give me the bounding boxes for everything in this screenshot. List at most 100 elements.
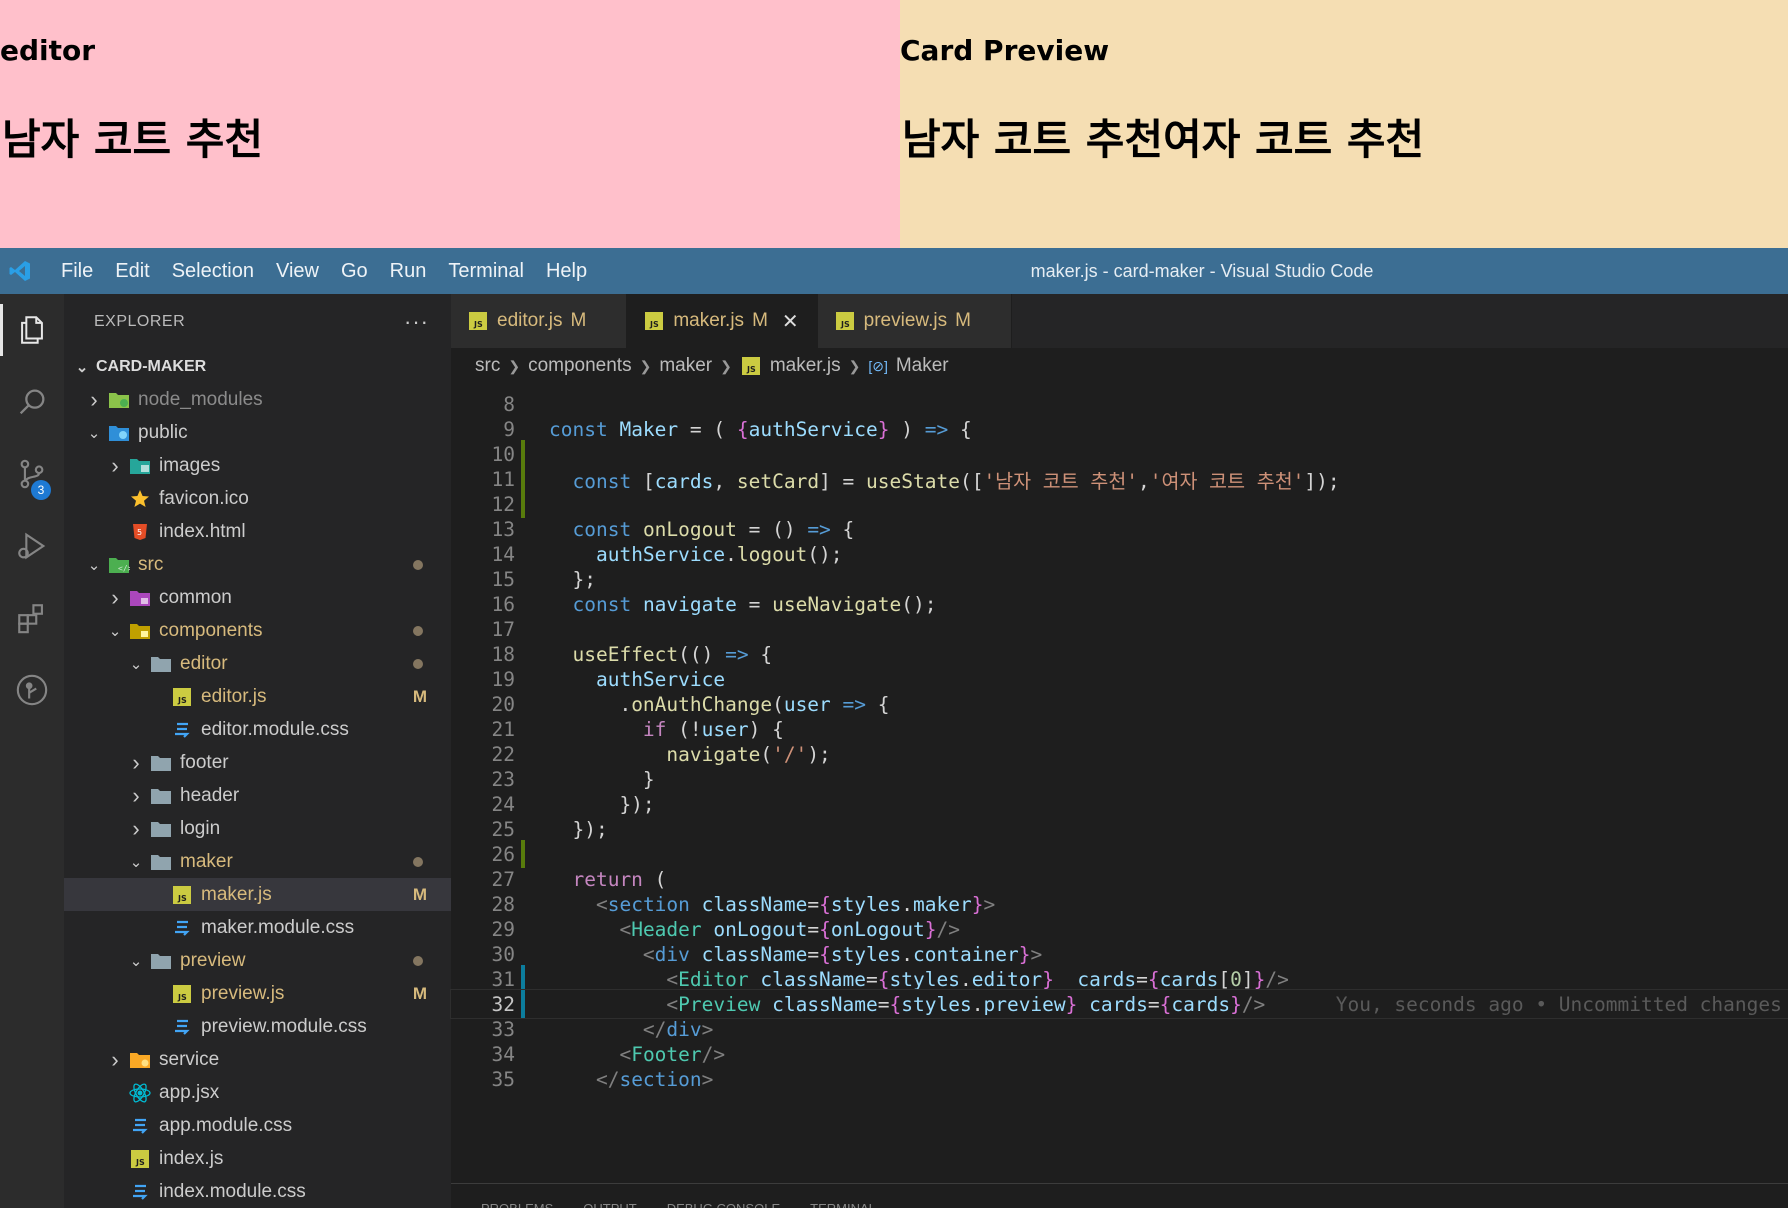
code-token: } <box>971 892 984 916</box>
tree-item-editor[interactable]: ⌄ editor <box>64 647 451 680</box>
tree-item-preview-module-css[interactable]: preview.module.css <box>64 1010 451 1043</box>
run-debug-activity[interactable] <box>0 510 64 582</box>
line-number: 11 <box>491 467 515 491</box>
breadcrumb-item[interactable]: maker <box>659 355 712 377</box>
panel-tab-debug-console[interactable]: DEBUG CONSOLE <box>667 1201 780 1208</box>
modified-badge: M <box>412 686 427 706</box>
tree-item-index-js[interactable]: JS index.js <box>64 1142 451 1175</box>
tab-preview-js[interactable]: JS preview.js M <box>817 294 1012 348</box>
svg-text:5: 5 <box>137 528 142 537</box>
line-number: 32 <box>491 992 515 1016</box>
tree-item-index-module-css[interactable]: index.module.css <box>64 1175 451 1208</box>
tree-item-index-html[interactable]: 5 index.html <box>64 515 451 548</box>
code-token: div <box>654 942 690 966</box>
gutter-change-mark <box>521 765 525 793</box>
tree-item-favicon-ico[interactable]: favicon.ico <box>64 482 451 515</box>
tree-item-app-jsx[interactable]: app.jsx <box>64 1076 451 1109</box>
line-number: 28 <box>491 892 515 916</box>
extensions-activity[interactable] <box>0 582 64 654</box>
code-token: onLogout <box>642 517 737 541</box>
tree-item-public[interactable]: ⌄ public <box>64 416 451 449</box>
tree-item-common[interactable]: › common <box>64 581 451 614</box>
code-token: } <box>549 767 655 791</box>
tree-item-maker-js[interactable]: JS maker.js M <box>64 878 451 911</box>
explorer-activity[interactable] <box>0 294 64 366</box>
code-line: 23 } <box>451 765 1788 793</box>
code-text: </div> <box>549 1018 713 1041</box>
tab-editor-js[interactable]: JS editor.js M <box>451 294 628 348</box>
tree-item-components[interactable]: ⌄ components <box>64 614 451 647</box>
code-line: 19 authService <box>451 665 1788 693</box>
tree-item-editor-module-css[interactable]: editor.module.css <box>64 713 451 746</box>
modified-badge: M <box>412 983 427 1003</box>
git-graph-activity[interactable] <box>0 654 64 726</box>
code-text: <Header onLogout={onLogout}/> <box>549 918 960 941</box>
line-number: 27 <box>491 867 515 891</box>
chevron-right-icon: ❯ <box>720 357 732 374</box>
menu-edit[interactable]: Edit <box>104 260 160 283</box>
gutter-change-mark <box>521 615 525 643</box>
tree-item-header[interactable]: › header <box>64 779 451 812</box>
js-icon: JS <box>171 885 193 905</box>
breadcrumb-item[interactable]: components <box>528 355 632 377</box>
tree-item-login[interactable]: › login <box>64 812 451 845</box>
tree-item-preview-js[interactable]: JS preview.js M <box>64 977 451 1010</box>
line-number: 26 <box>491 842 515 866</box>
tree-item-editor-js[interactable]: JS editor.js M <box>64 680 451 713</box>
code-token: > <box>701 1067 714 1091</box>
code-line: 15 }; <box>451 565 1788 593</box>
code-token: maker <box>913 892 972 916</box>
workspace-root[interactable]: ⌄ CARD-MAKER <box>64 350 451 383</box>
chevron-right-icon: › <box>90 386 98 412</box>
tree-item-images[interactable]: › images <box>64 449 451 482</box>
more-actions-icon[interactable]: ··· <box>404 309 429 335</box>
gutter-change-mark <box>521 965 525 993</box>
menu-go[interactable]: Go <box>330 260 379 283</box>
tree-item-footer[interactable]: › footer <box>64 746 451 779</box>
tree-item-service[interactable]: › service <box>64 1043 451 1076</box>
code-token: Maker <box>619 417 679 441</box>
folder-images-icon <box>129 456 151 476</box>
source-control-activity[interactable]: 3 <box>0 438 64 510</box>
search-activity[interactable] <box>0 366 64 438</box>
code-token: cards <box>1089 992 1148 1016</box>
tab-maker-js[interactable]: JS maker.js M ✕ <box>627 294 818 348</box>
code-text: <Footer/> <box>549 1043 725 1066</box>
code-token: < <box>642 942 655 966</box>
code-text: if (!user) { <box>549 718 784 741</box>
code-token: editor <box>971 967 1043 991</box>
code-token: { <box>748 642 773 666</box>
menu-file[interactable]: File <box>50 260 104 283</box>
code-text: useEffect(() => { <box>549 643 772 666</box>
menu-selection[interactable]: Selection <box>161 260 265 283</box>
breadcrumb-item[interactable]: maker.js <box>770 355 841 377</box>
panel-tab-terminal[interactable]: TERMINAL <box>810 1201 876 1208</box>
tree-item-preview[interactable]: ⌄ preview <box>64 944 451 977</box>
menu-view[interactable]: View <box>265 260 330 283</box>
menu-help[interactable]: Help <box>535 260 598 283</box>
menu-terminal[interactable]: Terminal <box>437 260 535 283</box>
code-token: . <box>901 892 914 916</box>
tree-item-app-module-css[interactable]: app.module.css <box>64 1109 451 1142</box>
menu-run[interactable]: Run <box>379 260 438 283</box>
tree-item-maker-module-css[interactable]: maker.module.css <box>64 911 451 944</box>
close-icon[interactable]: ✕ <box>782 309 799 334</box>
tree-item-node_modules[interactable]: › node_modules <box>64 383 451 416</box>
panel-tab-output[interactable]: OUTPUT <box>583 1201 636 1208</box>
symbol-variable-icon: [⊘] <box>868 357 888 374</box>
breadcrumb-item[interactable]: Maker <box>896 355 949 377</box>
js-icon: JS <box>171 687 193 707</box>
svg-text:JS: JS <box>135 1158 145 1167</box>
panel-tab-problems[interactable]: PROBLEMS <box>481 1201 553 1208</box>
tree-item-src[interactable]: ⌄ </> src <box>64 548 451 581</box>
code-text: <Preview className={styles.preview} card… <box>549 992 1781 1016</box>
tree-item-maker[interactable]: ⌄ maker <box>64 845 451 878</box>
modified-dot-icon <box>413 955 423 966</box>
tab-label: maker.js <box>673 310 745 331</box>
breadcrumb-item[interactable]: src <box>475 355 500 377</box>
code-line: 30 <div className={styles.container}> <box>451 940 1788 968</box>
